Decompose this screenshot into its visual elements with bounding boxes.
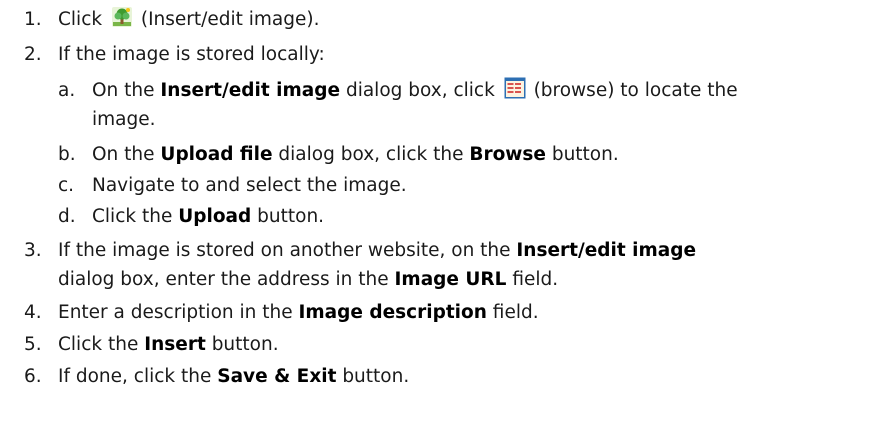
step-text: Click: [58, 9, 108, 30]
step-text: Enter a description in the: [58, 302, 299, 323]
substep-text: (browse) to locate the: [527, 80, 738, 101]
step-text: dialog box, enter the address in the: [58, 269, 395, 290]
ui-term-upload-file: Upload file: [160, 144, 273, 165]
substep-text: On the: [92, 144, 161, 165]
step-number: 2.: [24, 44, 42, 65]
substep-text: Navigate to and select the image.: [92, 175, 407, 196]
ui-term-insert-edit-image: Insert/edit image: [160, 80, 341, 101]
ui-term-browse: Browse: [469, 144, 546, 165]
insert-image-icon: [111, 7, 132, 27]
ui-term-image-description: Image description: [298, 302, 487, 323]
ui-term-insert: Insert: [144, 334, 206, 355]
ui-term-image-url: Image URL: [394, 269, 507, 290]
ui-term-save-exit: Save & Exit: [217, 366, 337, 387]
substep-text: Click the: [92, 206, 179, 227]
step-text: If the image is stored on another websit…: [58, 240, 517, 261]
substep-text: On the: [92, 80, 161, 101]
step-text: button.: [205, 334, 279, 355]
step-number: 1.: [24, 9, 42, 30]
step-number: 5.: [24, 334, 42, 355]
step-number: 3.: [24, 240, 42, 261]
step-text: Click the: [58, 334, 145, 355]
step-text: button.: [336, 366, 410, 387]
step-text: field.: [506, 269, 559, 290]
substep-text: dialog box, click: [340, 80, 501, 101]
substep-text: dialog box, click the: [272, 144, 470, 165]
step-text: (Insert/edit image).: [134, 9, 320, 30]
substep-text: image.: [92, 109, 156, 130]
ui-term-upload: Upload: [178, 206, 252, 227]
ui-term-insert-edit-image: Insert/edit image: [516, 240, 697, 261]
step-text: field.: [486, 302, 539, 323]
substep-letter: a.: [58, 80, 76, 101]
step-text: If done, click the: [58, 366, 218, 387]
substep-letter: d.: [58, 206, 76, 227]
substep-text: button.: [251, 206, 325, 227]
substep-letter: b.: [58, 144, 76, 165]
browse-icon: [504, 77, 526, 99]
step-number: 4.: [24, 302, 42, 323]
substep-text: button.: [545, 144, 619, 165]
substep-letter: c.: [58, 175, 75, 196]
step-text: If the image is stored locally:: [58, 44, 325, 65]
step-number: 6.: [24, 366, 42, 387]
